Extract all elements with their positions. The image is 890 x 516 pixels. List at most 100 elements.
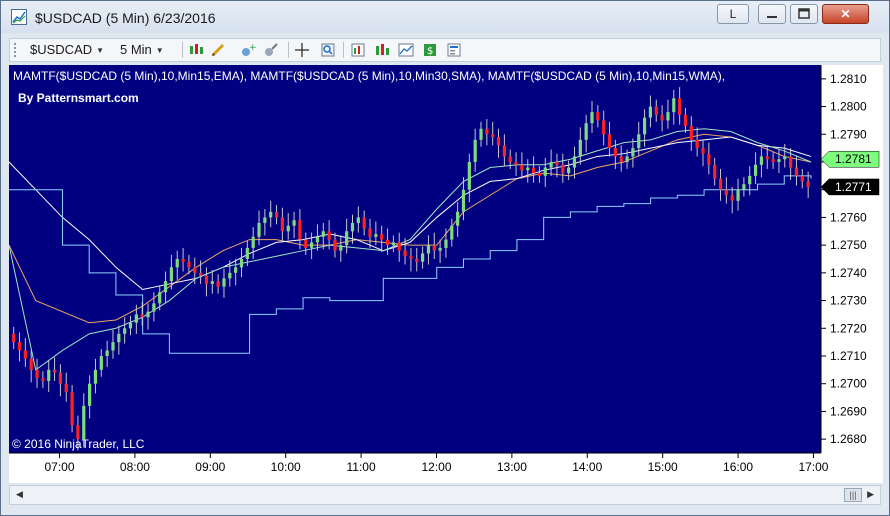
candle-down	[415, 259, 419, 262]
scroll-thumb[interactable]: |||	[844, 488, 862, 502]
area-chart-icon[interactable]	[398, 42, 414, 58]
title-bar[interactable]: $USDCAD (5 Min) 6/23/2016 L ✕	[1, 1, 889, 33]
price-tick-label: 1.2750	[830, 238, 867, 252]
minimize-button[interactable]	[758, 4, 786, 24]
interval-selector[interactable]: 5 Min ▼	[120, 42, 164, 58]
price-tick-label: 1.2800	[830, 100, 867, 114]
candle-up	[158, 292, 162, 304]
money-icon[interactable]: $	[422, 42, 438, 58]
candle-up	[783, 156, 787, 160]
svg-text:$: $	[427, 46, 433, 57]
candle-down	[327, 231, 331, 240]
candle-up	[374, 234, 378, 237]
bar-type-icon[interactable]	[188, 42, 204, 58]
candle-down	[204, 275, 209, 284]
price-tick-label: 1.2730	[830, 294, 867, 308]
candle-up	[567, 167, 571, 174]
candle-down	[695, 139, 699, 149]
candle-up	[292, 220, 296, 226]
candle-up	[479, 128, 483, 140]
candle-down	[496, 137, 501, 146]
horizontal-scrollbar[interactable]: ◀ ||| ▶	[9, 485, 881, 505]
price-tick-label: 1.2710	[830, 349, 867, 363]
candle-up	[631, 148, 635, 157]
candle-up	[82, 405, 86, 440]
candle-up	[391, 242, 395, 246]
candle-up	[526, 167, 530, 171]
candle-down	[537, 173, 542, 176]
candle-up	[736, 189, 740, 201]
maximize-button[interactable]	[790, 4, 818, 24]
chart-style-icon[interactable]	[374, 42, 390, 58]
scroll-left-icon[interactable]: ◀	[16, 489, 23, 500]
candle-up	[753, 164, 758, 176]
candle-down	[140, 314, 144, 318]
draw-pencil-icon[interactable]	[210, 42, 226, 58]
candle-up	[456, 211, 460, 226]
symbol-selector[interactable]: $USDCAD ▼	[30, 42, 104, 58]
toolbar-separator	[343, 42, 344, 58]
crosshair-icon[interactable]	[294, 42, 310, 58]
candle-down	[800, 175, 804, 182]
candle-up	[584, 123, 588, 140]
candle-down	[718, 178, 723, 190]
candle-down	[531, 167, 536, 174]
candle-up	[572, 156, 577, 168]
candle-up	[625, 156, 629, 162]
candle-down	[724, 189, 728, 196]
candle-up	[461, 189, 466, 212]
price-axis-area[interactable]	[821, 65, 883, 453]
candle-down	[765, 156, 769, 160]
data-box-icon[interactable]	[350, 42, 366, 58]
time-tick-label: 09:00	[195, 460, 225, 474]
copyright-watermark: © 2016 NinjaTrader, LLC	[12, 437, 145, 451]
candle-up	[234, 267, 238, 273]
maximize-icon	[798, 8, 810, 19]
toolbar-grip[interactable]	[14, 43, 19, 57]
candle-up	[117, 333, 121, 343]
candle-up	[748, 175, 752, 185]
candle-down	[789, 156, 793, 168]
chart-window: $USDCAD (5 Min) 6/23/2016 L ✕ $USDCAD ▼ 5…	[0, 0, 890, 516]
zoom-icon[interactable]	[320, 42, 336, 58]
scroll-right-icon[interactable]: ▶	[867, 489, 874, 500]
candle-down	[520, 164, 524, 171]
time-tick-label: 14:00	[572, 460, 602, 474]
candle-down	[385, 239, 390, 246]
close-button[interactable]: ✕	[822, 4, 869, 24]
strategy-icon[interactable]	[263, 42, 279, 58]
candle-up	[169, 267, 174, 282]
candle-down	[187, 261, 191, 268]
price-chart[interactable]: 1.28101.28001.27901.27801.27701.27601.27…	[9, 65, 883, 483]
svg-text:+: +	[249, 43, 256, 53]
add-indicator-icon[interactable]: +	[240, 42, 257, 58]
interval-label: 5 Min	[120, 42, 152, 57]
window-title: $USDCAD (5 Min) 6/23/2016	[35, 10, 216, 26]
plot-area[interactable]	[9, 65, 821, 453]
candle-up	[228, 272, 232, 279]
time-tick-label: 12:00	[421, 460, 451, 474]
candle-down	[508, 156, 512, 162]
properties-icon[interactable]	[446, 42, 462, 58]
link-button[interactable]: L	[717, 4, 749, 24]
candle-up	[163, 281, 168, 293]
candle-down	[409, 256, 413, 259]
candle-up	[578, 139, 582, 157]
symbol-label: $USDCAD	[30, 42, 93, 57]
candle-down	[64, 383, 68, 393]
candle-up	[128, 322, 133, 329]
candle-down	[514, 162, 518, 165]
candle-down	[380, 234, 384, 240]
candlestick-chart-svg[interactable]: 1.28101.28001.27901.27801.27701.27601.27…	[9, 65, 883, 483]
candle-up	[315, 236, 320, 243]
candle-down	[304, 239, 308, 248]
price-marker-label: 1.2771	[835, 180, 872, 194]
candle-down	[602, 120, 606, 135]
candle-down	[555, 162, 559, 165]
candle-down	[52, 369, 57, 373]
time-tick-label: 15:00	[648, 460, 678, 474]
candle-down	[707, 153, 711, 165]
chevron-down-icon: ▼	[155, 45, 164, 55]
candle-up	[356, 217, 360, 223]
candle-up	[239, 259, 244, 268]
